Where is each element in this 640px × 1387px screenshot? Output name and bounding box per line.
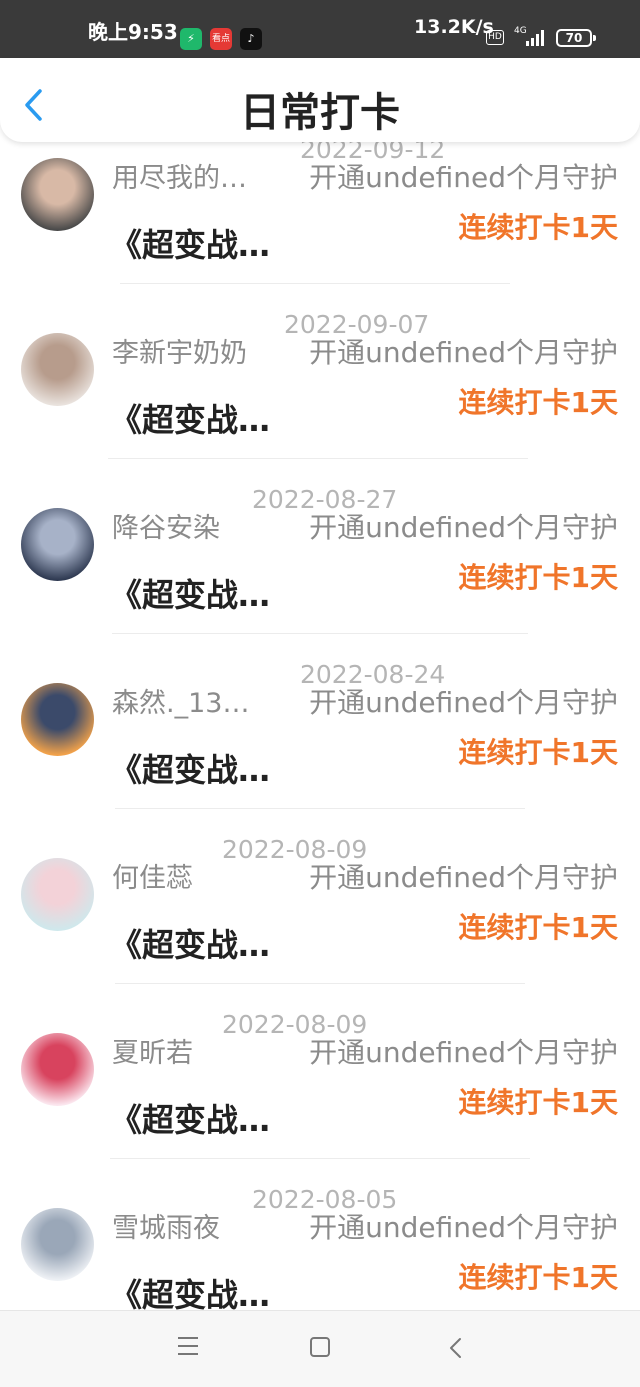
checkin-date: 2022-09-07: [284, 310, 430, 339]
back-icon[interactable]: [446, 1337, 466, 1359]
checkin-date: 2022-08-05: [252, 1185, 398, 1214]
list-item[interactable]: 用尽我的… 开通undefined个月守护 2022-09-12 连续打卡1天 《超变战…: [0, 142, 640, 318]
list-item[interactable]: 李新宇奶奶 开通undefined个月守护 2022-09-07 连续打卡1天 《超变战…: [0, 311, 640, 493]
hd-icon: HD: [486, 30, 504, 45]
streak-badge: 连续打卡1天: [458, 1086, 618, 1119]
network-speed: 13.2K/s: [414, 16, 494, 38]
user-name: 用尽我的…: [112, 163, 247, 194]
streak-badge: 连续打卡1天: [458, 1261, 618, 1294]
divider: [120, 283, 510, 284]
list-item[interactable]: 森然._13… 开通undefined个月守护 2022-08-24 连续打卡1天 《超…: [0, 661, 640, 843]
user-name: 森然._13…: [112, 688, 250, 719]
signal-icon: [526, 30, 546, 46]
page-header: 日常打卡: [0, 58, 640, 142]
avatar: [21, 858, 94, 931]
avatar: [21, 158, 94, 231]
avatar: [21, 1208, 94, 1281]
user-name: 雪城雨夜: [112, 1213, 220, 1244]
menu-icon[interactable]: [178, 1337, 198, 1355]
checkin-list[interactable]: 用尽我的… 开通undefined个月守护 2022-09-12 连续打卡1天 《超变战…: [0, 142, 640, 1310]
streak-badge: 连续打卡1天: [458, 386, 618, 419]
checkin-date: 2022-08-09: [222, 835, 368, 864]
list-item[interactable]: 降谷安染 开通undefined个月守护 2022-08-27 连续打卡1天 《超变战…: [0, 486, 640, 668]
checkin-date: 2022-08-09: [222, 1010, 368, 1039]
divider: [108, 458, 528, 459]
checkin-date: 2022-09-12: [300, 142, 446, 164]
page-title: 日常打卡: [240, 90, 400, 136]
book-title[interactable]: 《超变战…: [110, 1095, 270, 1141]
avatar: [21, 683, 94, 756]
streak-badge: 连续打卡1天: [458, 211, 618, 244]
user-name: 何佳蕊: [112, 863, 193, 894]
streak-badge: 连续打卡1天: [458, 736, 618, 769]
avatar: [21, 1033, 94, 1106]
book-title[interactable]: 《超变战…: [110, 1270, 270, 1310]
streak-badge: 连续打卡1天: [458, 561, 618, 594]
shield-app-icon: ⚡: [180, 28, 202, 50]
system-nav-bar: [0, 1310, 640, 1387]
avatar: [21, 333, 94, 406]
divider: [110, 1158, 530, 1159]
streak-badge: 连续打卡1天: [458, 911, 618, 944]
home-icon[interactable]: [310, 1337, 330, 1357]
divider: [115, 983, 525, 984]
checkin-date: 2022-08-27: [252, 485, 398, 514]
divider: [112, 633, 528, 634]
list-item[interactable]: 何佳蕊 开通undefined个月守护 2022-08-09 连续打卡1天 《超变战…: [0, 836, 640, 1018]
book-title[interactable]: 《超变战…: [110, 570, 270, 616]
list-item[interactable]: 夏昕若 开通undefined个月守护 2022-08-09 连续打卡1天 《超变战…: [0, 1011, 640, 1193]
user-name: 降谷安染: [112, 513, 220, 544]
tiktok-app-icon: ♪: [240, 28, 262, 50]
book-title[interactable]: 《超变战…: [110, 745, 270, 791]
user-name: 夏昕若: [112, 1038, 193, 1069]
book-title[interactable]: 《超变战…: [110, 220, 270, 266]
avatar: [21, 508, 94, 581]
battery-icon: 70: [556, 29, 596, 47]
divider: [115, 808, 525, 809]
network-type: 4G: [514, 26, 527, 36]
status-bar: 晚上9:53 ⚡ 看点 ♪ 13.2K/s HD 4G 70: [0, 0, 640, 58]
status-time: 晚上9:53: [88, 20, 178, 44]
news-app-icon: 看点: [210, 28, 232, 50]
user-name: 李新宇奶奶: [112, 338, 247, 369]
book-title[interactable]: 《超变战…: [110, 395, 270, 441]
checkin-date: 2022-08-24: [300, 660, 446, 689]
book-title[interactable]: 《超变战…: [110, 920, 270, 966]
list-item[interactable]: 雪城雨夜 开通undefined个月守护 2022-08-05 连续打卡1天 《超变战…: [0, 1186, 640, 1310]
